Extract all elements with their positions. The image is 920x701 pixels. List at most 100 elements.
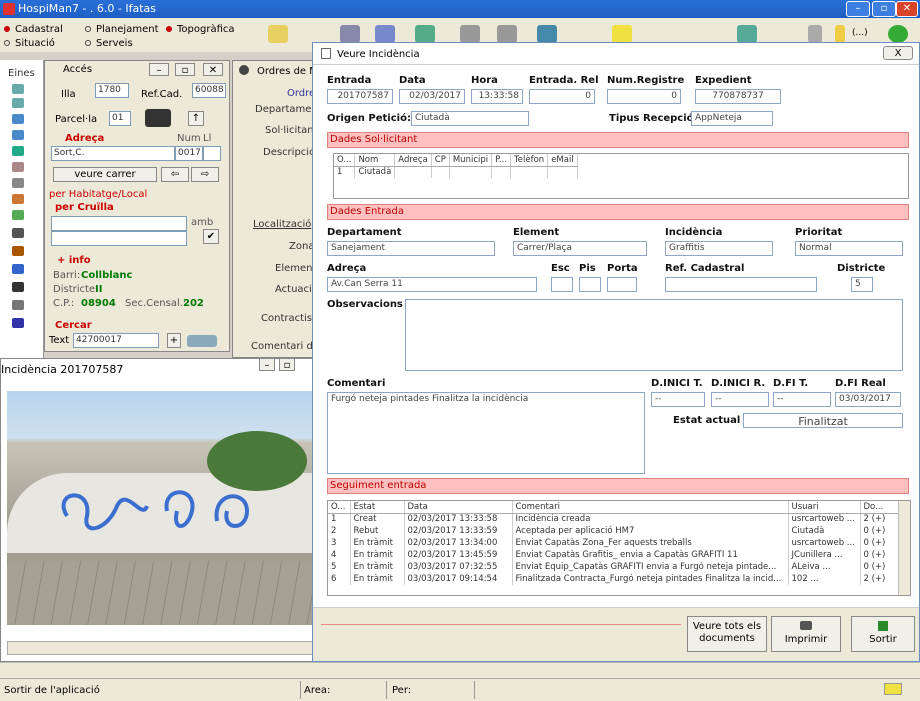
estat-actual-field[interactable]: Finalitzat [743, 413, 903, 428]
seguiment-column-header[interactable]: O... [328, 501, 351, 514]
print-map-icon[interactable] [12, 228, 24, 238]
status-note-icon[interactable] [884, 683, 902, 695]
tipus-field[interactable]: AppNeteja [691, 111, 773, 126]
solicitant-column-header[interactable]: CP [431, 154, 450, 167]
seguiment-scrollbar[interactable] [898, 501, 910, 595]
departament-field[interactable]: Sanejament [327, 241, 495, 256]
seguiment-row[interactable]: 1 Creat 02/03/2017 13:33:58 Incidència crea… [328, 513, 899, 525]
veure-documents-button[interactable]: Veure tots els documents [687, 616, 767, 652]
grid-icon[interactable] [12, 300, 24, 310]
dfi-real-field[interactable]: 03/03/2017 [835, 392, 901, 407]
seguiment-row[interactable]: 4 En tràmit 02/03/2017 13:45:59 Enviat Capa… [328, 549, 899, 561]
zoom-in-icon[interactable] [12, 84, 24, 94]
cruilla-ok-button[interactable]: ✔ [203, 229, 219, 244]
cruilla-field-1[interactable] [51, 216, 187, 231]
radio-serveis[interactable]: Serveis [85, 38, 133, 49]
cruilla-header[interactable]: per Cruïlla [55, 202, 114, 213]
habitatge-header[interactable]: per Habitatge/Local [49, 189, 147, 200]
info-icon[interactable] [12, 194, 24, 204]
select-icon[interactable] [12, 178, 24, 188]
exit-icon[interactable] [888, 25, 908, 43]
districte-field[interactable]: 5 [851, 277, 873, 292]
photo-min-button[interactable]: – [259, 358, 275, 371]
cercar-header[interactable]: Cercar [55, 320, 92, 331]
entrada-rel-field[interactable]: 0 [529, 89, 595, 104]
edit-icon[interactable] [12, 246, 24, 256]
street-field[interactable]: Sort,C. [51, 146, 175, 161]
tool6-icon[interactable] [537, 25, 557, 43]
seguiment-column-header[interactable]: Comentari [512, 501, 789, 514]
esc-field[interactable] [551, 277, 573, 292]
tool5-icon[interactable] [497, 25, 517, 43]
solicitant-column-header[interactable]: P... [491, 154, 512, 167]
seguiment-row[interactable]: 3 En tràmit 02/03/2017 13:34:00 Enviat Capa… [328, 537, 899, 549]
parcela-up-button[interactable]: ↑ [188, 111, 204, 126]
seguiment-row[interactable]: 6 En tràmit 03/03/2017 09:14:54 Finalitzada… [328, 573, 899, 585]
tool1-icon[interactable] [340, 25, 360, 43]
seguiment-row[interactable]: 2 Rebut 02/03/2017 13:33:59 Aceptada per ap… [328, 525, 899, 537]
illa-field[interactable]: 1780 [95, 83, 129, 98]
solicitant-column-header[interactable]: O... [334, 154, 356, 167]
search-text-field[interactable]: 42700017 [73, 333, 159, 348]
map-icon[interactable] [12, 114, 24, 124]
next-button[interactable]: ⇨ [191, 167, 219, 182]
minimize-button[interactable]: – [846, 1, 870, 17]
origen-field[interactable]: Ciutadà [411, 111, 529, 126]
close-app-button[interactable]: ✕ [896, 1, 918, 17]
photo-max-button[interactable]: ▫ [279, 358, 295, 371]
veure-carrer-button[interactable]: veure carrer [53, 167, 157, 182]
tool7-icon[interactable] [612, 25, 632, 43]
help-icon[interactable] [835, 25, 845, 43]
solicitant-row[interactable]: 1 Ciutadà [334, 166, 578, 178]
solicitant-column-header[interactable]: Nom [354, 154, 396, 167]
search-add-button[interactable]: + [167, 333, 181, 348]
tool8-icon[interactable] [737, 25, 757, 43]
comentari-field[interactable]: Furgó neteja pintades Finalitza la incid… [327, 392, 645, 474]
radio-situacio[interactable]: Situació [4, 38, 55, 49]
search-go-icon[interactable] [187, 335, 217, 347]
cruilla-field-2[interactable] [51, 231, 187, 246]
sortir-button[interactable]: Sortir [851, 616, 915, 652]
notes-icon[interactable] [268, 25, 288, 43]
draw-icon[interactable] [12, 210, 24, 220]
tool2-icon[interactable] [375, 25, 395, 43]
measure-icon[interactable] [12, 162, 24, 172]
info-header[interactable]: + info [57, 255, 91, 266]
observacions-field[interactable] [405, 299, 903, 371]
pan-icon[interactable] [12, 130, 24, 140]
adreca-field[interactable]: Av.Can Serra 11 [327, 277, 537, 292]
dialog-close-button[interactable]: X [883, 46, 913, 60]
imprimir-button[interactable]: Imprimir [771, 616, 841, 652]
car-icon[interactable] [12, 282, 24, 292]
seguiment-column-header[interactable]: Usuari [788, 501, 861, 514]
layer-icon[interactable] [12, 146, 24, 156]
expedient-field[interactable]: 770878737 [695, 89, 781, 104]
tool3-icon[interactable] [415, 25, 435, 43]
camera-icon[interactable] [145, 109, 171, 127]
element-field[interactable]: Carrer/Plaça [513, 241, 647, 256]
photo-scrollbar[interactable] [7, 641, 315, 655]
main-horizontal-scrollbar[interactable] [0, 662, 920, 678]
radio-cadastral[interactable]: Cadastral [4, 24, 63, 35]
radio-topografica[interactable]: Topogràfica [166, 24, 235, 35]
seguiment-column-header[interactable]: Estat [350, 501, 405, 514]
refcad-field[interactable]: 60088 [192, 83, 226, 98]
parcela-field[interactable]: 01 [109, 111, 131, 126]
globe-icon[interactable] [12, 264, 24, 274]
acces-close-button[interactable]: ✕ [203, 63, 223, 76]
street-num-field[interactable]: 0017 [175, 146, 203, 161]
seguiment-row[interactable]: 5 En tràmit 03/03/2017 07:32:55 Enviat Equi… [328, 561, 899, 573]
chart-icon[interactable] [12, 318, 24, 328]
dinici-t-field[interactable]: -- [651, 392, 705, 407]
seguiment-column-header[interactable]: Data [404, 501, 513, 514]
street-ll-field[interactable] [203, 146, 221, 161]
solicitant-column-header[interactable]: Municipi [449, 154, 493, 167]
seguiment-column-header[interactable]: Do... [860, 501, 899, 514]
ref-cadastral-field[interactable] [665, 277, 817, 292]
prev-button[interactable]: ⇦ [161, 167, 189, 182]
maximize-button[interactable]: ▫ [872, 1, 896, 17]
pis-field[interactable] [579, 277, 601, 292]
radio-planejament[interactable]: Planejament [85, 24, 159, 35]
toolbar-ellipsis[interactable]: (...) [852, 28, 868, 38]
acces-max-button[interactable]: ▫ [175, 63, 195, 76]
